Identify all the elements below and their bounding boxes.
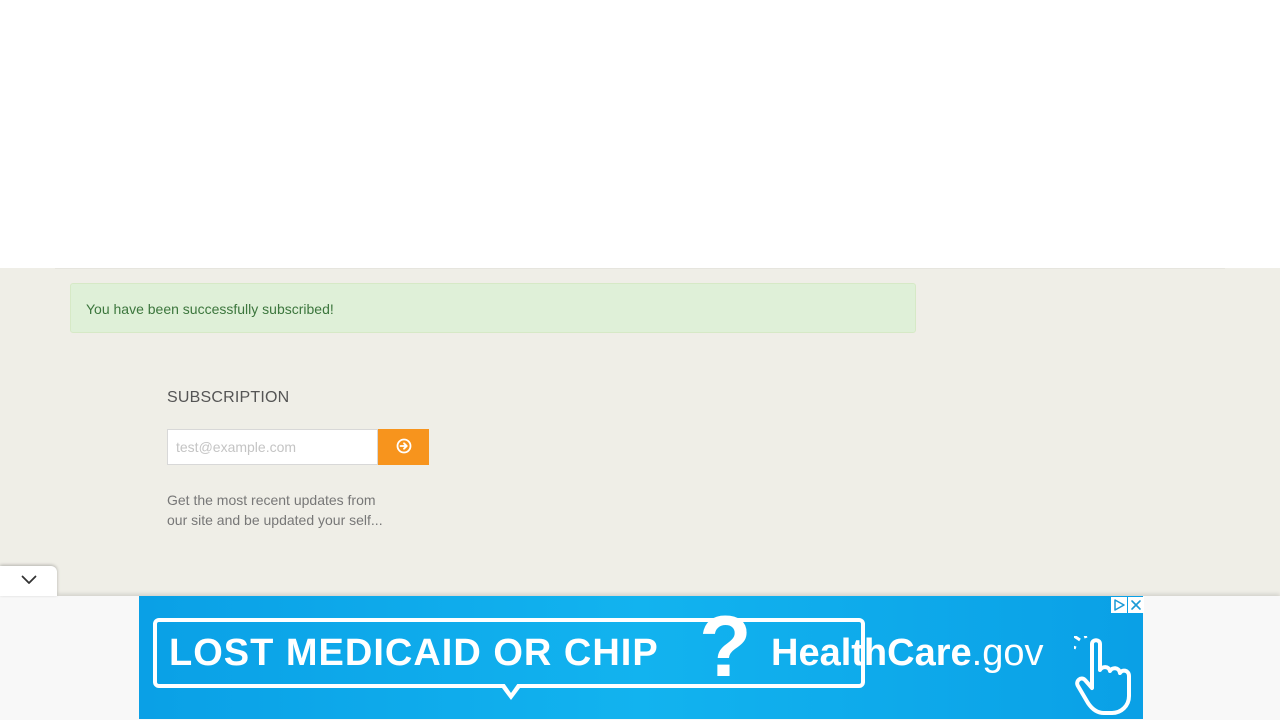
adchoices-icon[interactable]: [1111, 597, 1127, 613]
arrow-circle-right-icon: [396, 438, 412, 457]
chevron-down-icon: [21, 572, 37, 590]
email-input[interactable]: [167, 429, 378, 465]
ad-headline: LOST MEDICAID OR CHIP: [169, 632, 659, 674]
top-blank-area: [0, 0, 1280, 268]
subscription-description: Get the most recent updates from our sit…: [167, 492, 383, 528]
content-divider: [55, 268, 1225, 269]
pointing-hand-icon: [1069, 631, 1136, 719]
ad-banner[interactable]: LOST MEDICAID OR CHIP ? HealthCare.gov: [139, 596, 1143, 719]
main-content: You have been successfully subscribed! S…: [0, 268, 1280, 596]
question-mark-icon: ?: [699, 599, 752, 695]
subscribe-button[interactable]: [378, 429, 429, 465]
speech-bubble-tail-inner: [504, 683, 518, 693]
ad-brand: HealthCare.gov: [771, 632, 1043, 675]
ad-choices-controls: [1110, 597, 1144, 613]
ad-collapse-tab[interactable]: [0, 566, 57, 596]
close-icon[interactable]: [1128, 597, 1144, 613]
ad-brand-suffix: .gov: [971, 632, 1044, 674]
success-alert-message: You have been successfully subscribed!: [86, 301, 334, 317]
subscription-heading: SUBSCRIPTION: [167, 389, 290, 406]
success-alert: You have been successfully subscribed!: [70, 283, 916, 333]
subscription-form: [167, 429, 429, 465]
bottom-ad-bar: LOST MEDICAID OR CHIP ? HealthCare.gov: [0, 596, 1280, 720]
ad-brand-main: HealthCare: [771, 632, 972, 674]
